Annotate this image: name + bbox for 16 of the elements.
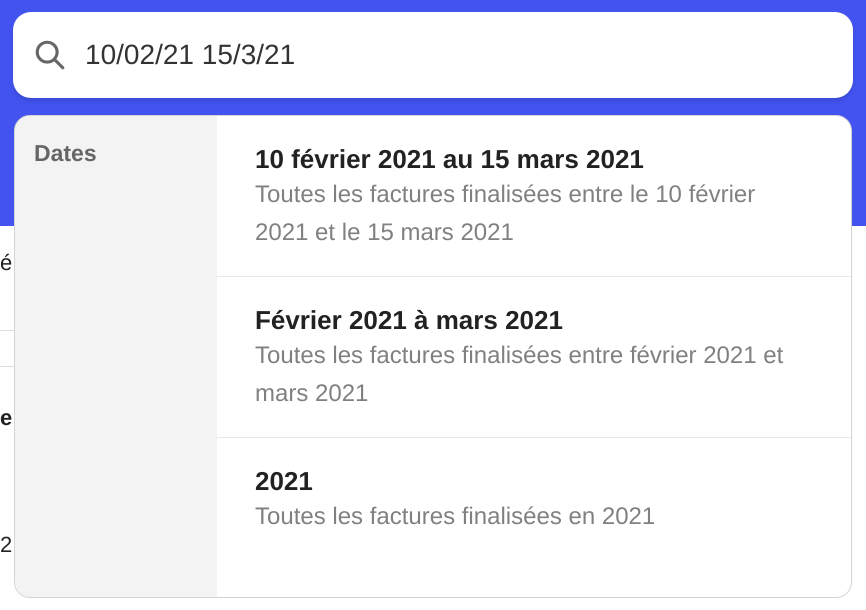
background-text: e <box>0 404 12 432</box>
suggestion-title: 2021 <box>255 464 314 498</box>
suggestion-description: Toutes les factures finalisées entre février 2021 et mars 2021 <box>255 341 784 410</box>
background-text: 2 <box>0 531 12 559</box>
suggestion-description: Toutes les factures finalisées entre le 10 février 2021 et le 15 mars 2021 <box>255 180 756 248</box>
suggestion-title: 10 février 2021 au 15 mars 2021 <box>255 143 645 176</box>
suggestion-item[interactable]: Février 2021 à mars 2021 Toutes les factures finalisées entre février 2021 et mars 2021 <box>217 276 851 437</box>
section-label: Dates <box>34 140 97 166</box>
search-field[interactable]: 10/02/21 15/3/21 <box>13 12 853 98</box>
suggestion-title: Février 2021 à mars 2021 <box>255 304 564 338</box>
suggestion-item[interactable]: 2021 Toutes les factures finalisées en 2021 <box>217 436 851 597</box>
suggestion-item[interactable]: 10 février 2021 au 15 mars 2021 Toutes les factures finalisées entre le 10 février 2021 et le 15 mars 2021 <box>217 116 851 276</box>
suggestion-description: Toutes les factures finalisées en 2021 <box>255 502 656 532</box>
search-value: 10/02/21 15/3/21 <box>85 38 296 72</box>
search-icon <box>33 38 67 72</box>
background-text: é <box>0 249 12 277</box>
